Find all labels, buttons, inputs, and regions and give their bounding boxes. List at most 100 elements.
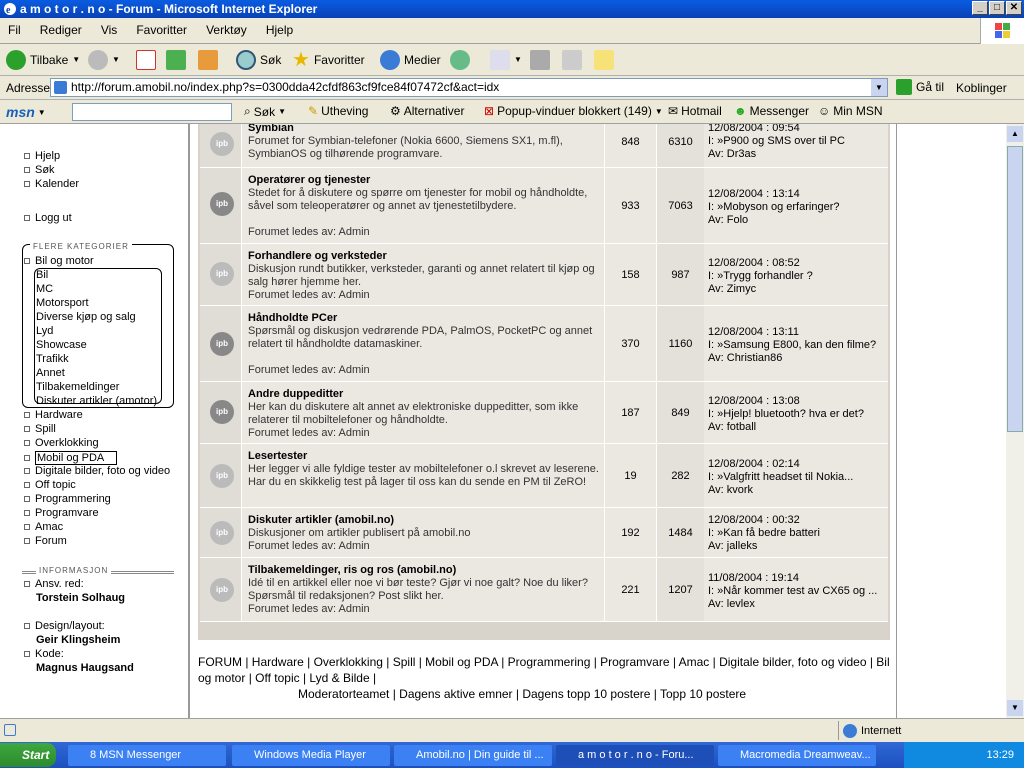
media-button[interactable]: Medier [380, 49, 441, 71]
highlight-button[interactable]: ✎ Utheving [308, 104, 368, 118]
minimize-button[interactable]: _ [972, 1, 988, 15]
sidebar-group-bil-og-motor[interactable]: Bil og motor [24, 255, 94, 267]
last-post-topic[interactable]: I: »Valgfritt headset til Nokia... [708, 471, 888, 484]
sidebar-item-category[interactable]: Overklokking [24, 437, 99, 449]
sidebar-item-logout[interactable]: Logg ut [24, 212, 72, 224]
task-media-player[interactable]: Windows Media Player [232, 745, 390, 766]
last-post-topic[interactable]: I: »Hjelp! bluetooth? hva er det? [708, 408, 888, 421]
sidebar-sub-item[interactable]: Tilbakemeldinger [36, 381, 119, 393]
forum-title[interactable]: Håndholdte PCer [248, 312, 337, 324]
footer-categories[interactable]: FORUM | Hardware | Overklokking | Spill … [198, 654, 890, 686]
sidebar-item-category[interactable]: Hardware [24, 409, 83, 421]
alternatives-button[interactable]: ⚙ Alternativer [390, 104, 464, 118]
footer-extra[interactable]: Moderatorteamet | Dagens aktive emner | … [198, 686, 890, 702]
sidebar-item-category[interactable]: Spill [24, 423, 56, 435]
sidebar-item-category[interactable]: Off topic [24, 479, 76, 491]
sidebar-sub-item[interactable]: MC [36, 283, 53, 295]
forum-title[interactable]: Forhandlere og verksteder [248, 250, 387, 262]
task-dreamweaver[interactable]: Macromedia Dreamweav... [718, 745, 876, 766]
mail-button[interactable]: ▼ [490, 49, 522, 71]
sidebar-sub-item[interactable]: Showcase [36, 339, 87, 351]
edit-button[interactable] [562, 49, 582, 71]
msn-search-button[interactable]: ⌕ Søk ▼ [244, 104, 286, 119]
minmsn-button[interactable]: ☺ Min MSN [818, 104, 883, 118]
forward-button[interactable]: ▼ [88, 49, 120, 71]
menu-help[interactable]: Hjelp [258, 18, 301, 37]
go-button[interactable]: Gå til [896, 79, 944, 95]
sidebar-item-category[interactable]: Digitale bilder, foto og video [24, 465, 170, 477]
sidebar-item-help[interactable]: Hjelp [24, 150, 60, 162]
scroll-thumb[interactable] [1007, 146, 1023, 432]
forum-title[interactable]: Lesertester [248, 450, 307, 462]
sidebar-sub-item[interactable]: Annet [36, 367, 65, 379]
start-button[interactable]: Start [0, 743, 56, 767]
forum-title[interactable]: Tilbakemeldinger, ris og ros (amobil.no) [248, 564, 456, 576]
sidebar-item-search[interactable]: Søk [24, 164, 55, 176]
history-button[interactable] [450, 49, 470, 71]
forum-title[interactable]: Andre duppeditter [248, 388, 343, 400]
scroll-down-icon[interactable]: ▼ [1007, 700, 1023, 716]
note-icon [594, 50, 614, 70]
sidebar-sub-item[interactable]: Motorsport [36, 297, 89, 309]
forum-row: ipb Symbian Forumet for Symbian-telefone… [200, 124, 888, 168]
popup-blocker-button[interactable]: ⊠ Popup-vinduer blokkert (149) ▼ [484, 104, 663, 118]
sidebar-sub-item[interactable]: Diskuter artikler (amotor) [36, 395, 157, 407]
favorites-button[interactable]: ★ Favoritter [292, 49, 365, 71]
last-post-date: 12/08/2004 : 13:11 [708, 326, 799, 338]
menu-file[interactable]: Fil [0, 18, 29, 37]
clock[interactable]: 13:29 [986, 749, 1014, 761]
sidebar-item-category[interactable]: Forum [24, 535, 67, 547]
address-input[interactable]: http://forum.amobil.no/index.php?s=0300d… [50, 78, 888, 97]
bullet-icon [24, 468, 30, 474]
last-post-topic[interactable]: I: »Samsung E800, kan den filme? [708, 339, 888, 352]
sidebar-item-category[interactable]: Amac [24, 521, 63, 533]
menu-tools[interactable]: Verktøy [198, 18, 255, 37]
sidebar-sub-item[interactable]: Trafikk [36, 353, 69, 365]
stop-button[interactable] [136, 49, 156, 71]
last-post-topic[interactable]: I: »Når kommer test av CX65 og ... [708, 585, 888, 598]
messenger-button[interactable]: ☻ Messenger [734, 104, 809, 118]
forum-title[interactable]: Symbian [248, 124, 294, 134]
last-post-topic[interactable]: I: »Mobyson og erfaringer? [708, 201, 888, 214]
forum-moderator: Forumet ledes av: Admin [248, 289, 370, 301]
menu-view[interactable]: Vis [93, 18, 125, 37]
sidebar-sub-item[interactable]: Diverse kjøp og salg [36, 311, 136, 323]
forum-moderator: Forumet ledes av: Admin [248, 364, 370, 376]
menu-edit[interactable]: Rediger [32, 18, 90, 37]
home-button[interactable] [198, 49, 218, 71]
sidebar-sub-item[interactable]: Bil [36, 269, 48, 281]
msn-search-input[interactable] [72, 103, 232, 121]
sidebar-item-category[interactable]: Programvare [24, 507, 99, 519]
last-post-topic[interactable]: I: »Trygg forhandler ? [708, 270, 888, 283]
search-button[interactable]: Søk [236, 49, 281, 71]
bullet-icon [24, 455, 30, 461]
task-msn-messenger[interactable]: 8 MSN Messenger [68, 745, 226, 766]
links-button[interactable]: Koblinger [956, 81, 1007, 95]
forum-posts: 7063 [656, 168, 704, 243]
refresh-button[interactable] [166, 49, 186, 71]
address-dropdown-icon[interactable]: ▼ [871, 79, 887, 96]
sidebar-item-category-active[interactable]: Mobil og PDA [24, 451, 118, 465]
forum-title[interactable]: Diskuter artikler (amobil.no) [248, 514, 394, 526]
go-arrow-icon [896, 79, 912, 95]
sidebar-sub-item[interactable]: Lyd [36, 325, 53, 337]
hotmail-button[interactable]: ✉ Hotmail [668, 104, 722, 118]
close-button[interactable]: ✕ [1006, 1, 1022, 15]
forum-title[interactable]: Operatører og tjenester [248, 174, 370, 186]
forum-posts: 282 [656, 444, 704, 507]
last-post-topic[interactable]: I: »Kan få bedre batteri [708, 527, 888, 540]
back-button[interactable]: Tilbake ▼ [6, 49, 80, 71]
menu-favorites[interactable]: Favoritter [128, 18, 195, 37]
print-button[interactable] [530, 49, 550, 71]
menu-bar: Fil Rediger Vis Favoritter Verktøy Hjelp [0, 18, 1024, 44]
sidebar-item-calendar[interactable]: Kalender [24, 178, 79, 190]
maximize-button[interactable]: □ [989, 1, 1005, 15]
note-button[interactable] [594, 49, 614, 71]
last-post-topic[interactable]: I: »P900 og SMS over til PC [708, 135, 888, 148]
msn-logo[interactable]: msn ▼ [6, 104, 46, 120]
task-amobil[interactable]: Amobil.no | Din guide til ... [394, 745, 552, 766]
vertical-scrollbar[interactable]: ▲ ▼ [1006, 124, 1024, 718]
task-amotor-active[interactable]: a m o t o r . n o - Foru... [556, 745, 714, 766]
sidebar-item-category[interactable]: Programmering [24, 493, 111, 505]
scroll-up-icon[interactable]: ▲ [1007, 126, 1023, 142]
